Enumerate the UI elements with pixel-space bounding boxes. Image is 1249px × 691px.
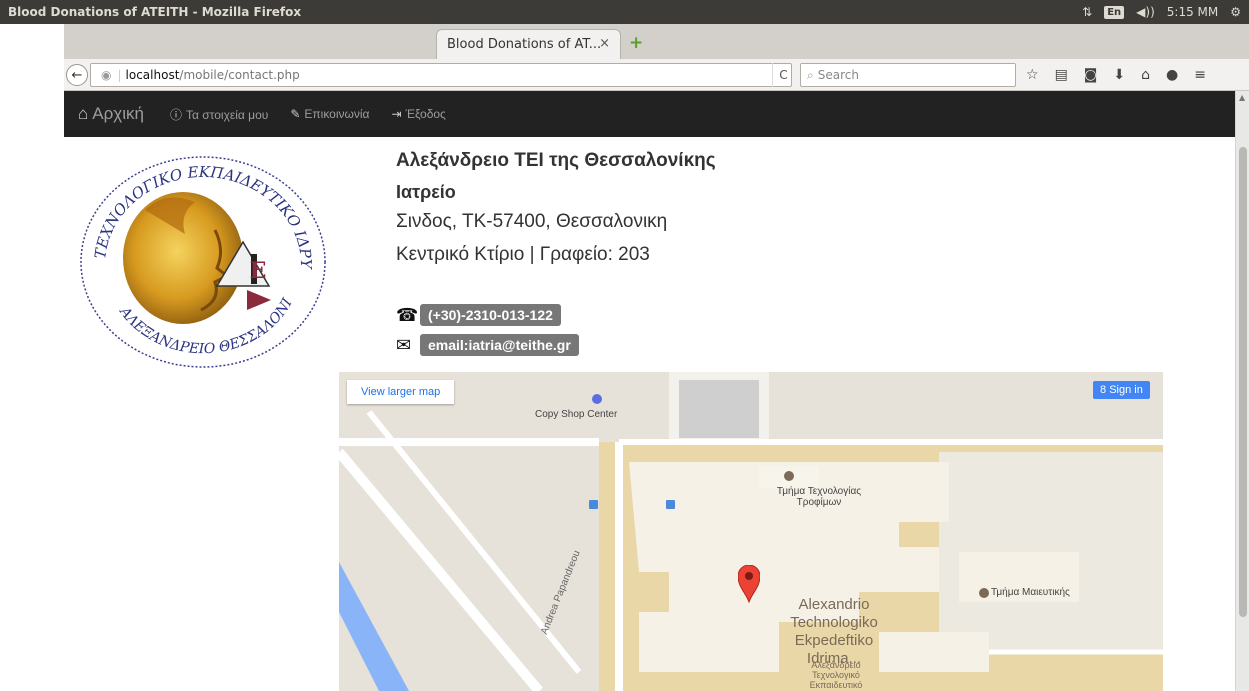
window-title: Blood Donations of ATEITH - Mozilla Fire… <box>8 5 302 19</box>
email-row: ✉ email:iatria@teithe.gr <box>396 334 579 356</box>
close-icon[interactable]: × <box>599 36 610 51</box>
info-icon: ⓘ <box>169 107 182 122</box>
home-icon: ⌂ <box>78 104 89 123</box>
envelope-icon: ✉ <box>396 334 412 356</box>
url-path: /mobile/contact.php <box>179 68 300 82</box>
map-pin-icon[interactable] <box>738 565 760 603</box>
search-placeholder: Search <box>817 68 859 82</box>
bookmark-star-icon[interactable]: ☆ <box>1026 67 1039 83</box>
institution-logo: ΤΕΧΝΟΛΟΓΙΚΟ ΕΚΠΑΙΔΕΥΤΙΚΟ ΙΔΡΥΜΑ ΑΛΕΞΑΝΔΡ… <box>66 136 330 372</box>
system-tray: ⇅ En ◀)) 5:15 MM ⚙ <box>1082 0 1241 24</box>
back-button[interactable]: ← <box>66 64 88 86</box>
view-larger-map-button[interactable]: View larger map <box>347 380 455 404</box>
map-label-food-tech: Τμήμα Τεχνολογίας Τροφίμων <box>776 486 862 508</box>
map-label-midwifery: Τμήμα Μαιευτικής <box>991 587 1070 598</box>
gear-icon[interactable]: ⚙ <box>1230 5 1241 19</box>
network-icon[interactable]: ⇅ <box>1082 5 1092 19</box>
logout-icon: ⇥ <box>391 107 402 121</box>
search-icon: ⌕ <box>807 67 814 82</box>
sign-in-label: Sign in <box>1109 384 1143 396</box>
address-line-1: Σινδος, ΤΚ-57400, Θεσσαλονικη <box>396 211 668 232</box>
nav-item-label: Έξοδος <box>405 107 446 121</box>
nav-item-label: Επικοινωνία <box>304 107 370 121</box>
map-label-campus: Alexandrio Technologiko Ekpedeftiko Idri… <box>790 596 878 667</box>
map-label-copy-shop: Copy Shop Center <box>535 409 618 420</box>
page-scrollbar[interactable]: ▲ <box>1235 91 1249 691</box>
google-plus-icon: 8 <box>1100 384 1110 396</box>
map-sign-in-button[interactable]: 8 Sign in <box>1093 381 1150 399</box>
chat-icon[interactable]: ● <box>1166 67 1178 83</box>
email-badge[interactable]: email:iatria@teithe.gr <box>420 334 579 356</box>
nav-home-link[interactable]: ⌂ Αρχική <box>78 104 144 124</box>
phone-row: ☎ (+30)-2310-013-122 <box>396 304 561 326</box>
url-bar[interactable]: ◉ | localhost/mobile/contact.php <box>90 63 792 87</box>
nav-logout-link[interactable]: ⇥ Έξοδος <box>392 107 446 121</box>
url-host: localhost <box>125 68 180 82</box>
download-icon[interactable]: ⬇ <box>1113 67 1125 83</box>
scroll-up-arrow-icon[interactable]: ▲ <box>1239 93 1245 102</box>
phone-badge: (+30)-2310-013-122 <box>420 304 561 326</box>
new-tab-button[interactable]: + <box>629 33 643 53</box>
site-navbar: ⌂ Αρχική ⓘ Τα στοιχεία μου ✎ Επικοινωνία ⇥ Έ… <box>64 91 1235 137</box>
browser-tab[interactable]: Blood Donations of AT... × <box>436 29 621 59</box>
os-top-panel: Blood Donations of ATEITH - Mozilla Fire… <box>0 0 1249 24</box>
reload-button[interactable]: C <box>772 63 794 87</box>
navigation-toolbar: ← ◉ | localhost/mobile/contact.php C ⌕ S… <box>64 59 1249 91</box>
menu-icon[interactable]: ≡ <box>1194 67 1206 83</box>
speaker-icon[interactable]: ◀)) <box>1136 5 1155 19</box>
map-label-campus-local: Αλεξάνδρειο Τεχνολογικό Εκπαιδευτικό <box>809 660 863 690</box>
tab-title: Blood Donations of AT... <box>447 37 602 52</box>
search-input[interactable]: ⌕ Search <box>800 63 1016 87</box>
toolbar-icons: ☆ ▤ ◙ ⬇ ⌂ ● ≡ <box>1026 63 1206 87</box>
address-title: Αλεξάνδρειο ΤΕΙ της Θεσσαλονίκης <box>396 150 716 171</box>
keyboard-layout-indicator[interactable]: En <box>1104 5 1125 19</box>
address-line-2: Κεντρικό Κτίριο | Γραφείο: 203 <box>396 244 650 265</box>
tab-strip: Blood Donations of AT... × + <box>64 24 1249 59</box>
nav-contact-link[interactable]: ✎ Επικοινωνία <box>290 107 369 121</box>
svg-text:Ε: Ε <box>250 258 267 284</box>
address-subtitle: Ιατρείο <box>396 182 456 202</box>
home-icon[interactable]: ⌂ <box>1141 67 1150 83</box>
phone-icon: ☎ <box>396 304 419 326</box>
nav-my-details-link[interactable]: ⓘ Τα στοιχεία μου <box>170 106 268 123</box>
pencil-icon: ✎ <box>290 107 301 121</box>
reading-list-icon[interactable]: ▤ <box>1055 67 1068 83</box>
nav-item-label: Τα στοιχεία μου <box>185 107 269 122</box>
globe-icon: ◉ <box>101 68 112 82</box>
nav-home-label: Αρχική <box>92 104 144 123</box>
scroll-thumb[interactable] <box>1239 147 1247 617</box>
embedded-map[interactable]: View larger map 8 Sign in Copy Shop Cent… <box>339 372 1163 691</box>
clock[interactable]: 5:15 MM <box>1167 5 1218 19</box>
pocket-icon[interactable]: ◙ <box>1084 67 1098 83</box>
